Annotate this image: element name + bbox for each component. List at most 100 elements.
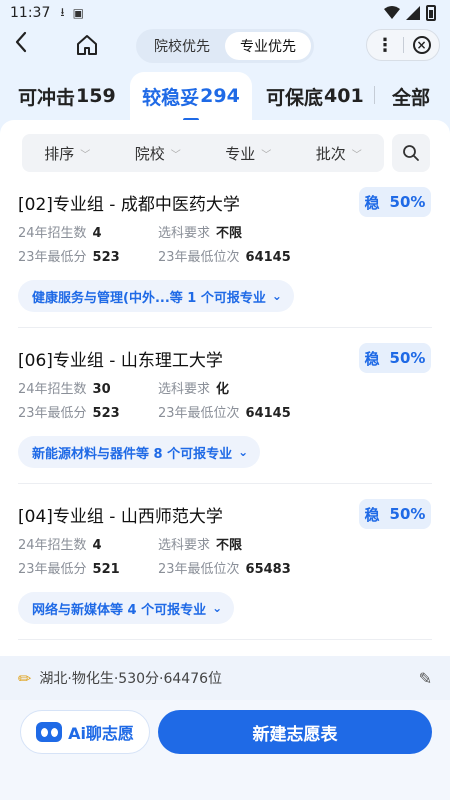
- majors-button[interactable]: 新能源材料与器件等 8 个可报专业 ⌄: [18, 436, 261, 468]
- tab-rush[interactable]: 可冲击 159: [18, 72, 116, 120]
- chevron-down-icon: ⌄: [238, 445, 249, 459]
- ai-logo-icon: [36, 722, 63, 742]
- card-divider: [18, 639, 432, 640]
- badge-word: 稳: [364, 193, 380, 212]
- pencil-icon: ✏: [18, 668, 32, 688]
- profile-summary: 湖北·物化生·530分·64476位: [39, 671, 223, 687]
- back-button[interactable]: [14, 30, 28, 60]
- top-bar: 院校优先 专业优先 ⋮ ×: [0, 26, 450, 64]
- priority-toggle: 院校优先 专业优先: [136, 29, 314, 63]
- group-card[interactable]: [02]专业组 - 成都中医药大学 稳 50% 24年招生数 4 选科要求 不限 23…: [0, 187, 450, 346]
- more-options-icon[interactable]: ⋮: [367, 35, 403, 56]
- min-score: 23年最低分 523: [18, 246, 120, 265]
- group-title: [04]专业组 - 山西师范大学: [18, 507, 223, 527]
- group-title: [02]专业组 - 成都中医药大学: [18, 195, 240, 215]
- close-button[interactable]: ×: [404, 36, 439, 54]
- signal-icon: [406, 6, 420, 20]
- seg-school-first[interactable]: 院校优先: [139, 32, 225, 60]
- chevron-down-icon: ﹀: [351, 149, 362, 161]
- meta-label: 24年招生数: [18, 226, 87, 241]
- filter-major[interactable]: 专业 ﹀: [203, 134, 294, 172]
- filter-label: 专业: [225, 144, 256, 163]
- badge-word: 稳: [364, 349, 380, 368]
- new-application-button[interactable]: 新建志愿表: [158, 710, 432, 754]
- meta-value: 64145: [245, 406, 291, 421]
- ai-chat-button[interactable]: Ai聊志愿: [20, 710, 150, 754]
- tab-count: 159: [76, 85, 116, 107]
- status-bar: 11:37 ⭳ ▣: [0, 0, 450, 26]
- edit-icon[interactable]: ✎: [419, 669, 432, 688]
- tab-label: 可保底: [266, 86, 324, 109]
- tab-all[interactable]: 全部: [392, 72, 430, 120]
- meta-label: 23年最低分: [18, 250, 87, 265]
- badge-percent: 50%: [389, 193, 426, 211]
- filter-label: 院校: [134, 144, 165, 163]
- subject-requirement: 选科要求 不限: [158, 534, 242, 553]
- ai-chat-label: Ai聊志愿: [68, 724, 134, 743]
- majors-label: 网络与新媒体等 4 个可报专业: [32, 602, 207, 618]
- enroll-count: 24年招生数 4: [18, 222, 102, 241]
- tab-stable[interactable]: 较稳妥 294: [130, 72, 252, 120]
- chevron-left-icon: [15, 31, 27, 53]
- meta-label: 23年最低位次: [158, 562, 240, 577]
- group-card[interactable]: [04]专业组 - 山西师范大学 稳 50% 24年招生数 4 选科要求 不限 23年…: [0, 499, 450, 656]
- app-notification-icon: ▣: [72, 6, 84, 20]
- filter-batch[interactable]: 批次 ﹀: [294, 134, 385, 172]
- filter-school[interactable]: 院校 ﹀: [113, 134, 204, 172]
- majors-label: 新能源材料与器件等 8 个可报专业: [32, 446, 233, 462]
- chevron-down-icon: ⌄: [212, 601, 223, 615]
- tab-label: 全部: [392, 86, 431, 109]
- new-application-label: 新建志愿表: [252, 724, 338, 745]
- majors-label: 健康服务与管理(中外...等 1 个可报专业: [32, 290, 266, 306]
- seg-major-first[interactable]: 专业优先: [225, 32, 311, 60]
- meta-value: 65483: [245, 562, 291, 577]
- meta-label: 24年招生数: [18, 382, 87, 397]
- home-button[interactable]: [74, 32, 100, 58]
- chevron-down-icon: ⌄: [271, 289, 282, 303]
- min-rank: 23年最低位次 64145: [158, 402, 291, 421]
- tab-count: 294: [200, 85, 240, 107]
- meta-value: 4: [92, 226, 102, 241]
- badge-percent: 50%: [389, 349, 426, 367]
- meta-value: 523: [92, 406, 120, 421]
- meta-value: 不限: [216, 538, 243, 553]
- meta-value: 化: [216, 382, 230, 397]
- meta-label: 23年最低分: [18, 562, 87, 577]
- min-score: 23年最低分 521: [18, 558, 120, 577]
- meta-label: 23年最低位次: [158, 406, 240, 421]
- filter-sort[interactable]: 排序 ﹀: [22, 134, 113, 172]
- download-icon: ⭳: [60, 4, 65, 19]
- meta-label: 23年最低分: [18, 406, 87, 421]
- group-title: [06]专业组 - 山东理工大学: [18, 351, 223, 371]
- profile-strip[interactable]: ✏ 湖北·物化生·530分·64476位 ✎: [0, 656, 450, 700]
- tab-label: 可冲击: [18, 86, 76, 109]
- min-score: 23年最低分 523: [18, 402, 120, 421]
- search-button[interactable]: [392, 134, 430, 172]
- results-panel: 排序 ﹀ 院校 ﹀ 专业 ﹀ 批次 ﹀ [02]专业组 - 成都中医药大学 稳 50% 2…: [0, 120, 450, 656]
- badge-percent: 50%: [389, 505, 426, 523]
- close-icon: ×: [412, 36, 431, 54]
- filter-label: 批次: [315, 144, 346, 163]
- tab-label: 较稳妥: [142, 86, 200, 109]
- battery-icon: [426, 5, 436, 21]
- min-rank: 23年最低位次 64145: [158, 246, 291, 265]
- enroll-count: 24年招生数 30: [18, 378, 111, 397]
- chevron-down-icon: ﹀: [80, 149, 91, 161]
- subject-requirement: 选科要求化: [158, 378, 229, 397]
- tab-divider: [374, 86, 375, 104]
- meta-label: 24年招生数: [18, 538, 87, 553]
- group-card[interactable]: [06]专业组 - 山东理工大学 稳 50% 24年招生数 30 选科要求化 23年…: [0, 343, 450, 502]
- filter-label: 排序: [44, 144, 75, 163]
- enroll-count: 24年招生数 4: [18, 534, 102, 553]
- tab-safe[interactable]: 可保底 401: [266, 72, 364, 120]
- meta-label: 23年最低位次: [158, 250, 240, 265]
- card-divider: [18, 327, 432, 328]
- majors-button[interactable]: 网络与新媒体等 4 个可报专业 ⌄: [18, 592, 235, 624]
- mini-program-capsule: ⋮ ×: [366, 29, 440, 61]
- probability-badge: 稳 50%: [359, 187, 431, 217]
- status-time: 11:37: [10, 5, 51, 21]
- probability-badge: 稳 50%: [359, 499, 431, 529]
- wifi-icon: [384, 6, 400, 19]
- category-tabs: 可冲击 159 较稳妥 294 可保底 401 全部: [0, 70, 450, 120]
- majors-button[interactable]: 健康服务与管理(中外...等 1 个可报专业 ⌄: [18, 280, 294, 312]
